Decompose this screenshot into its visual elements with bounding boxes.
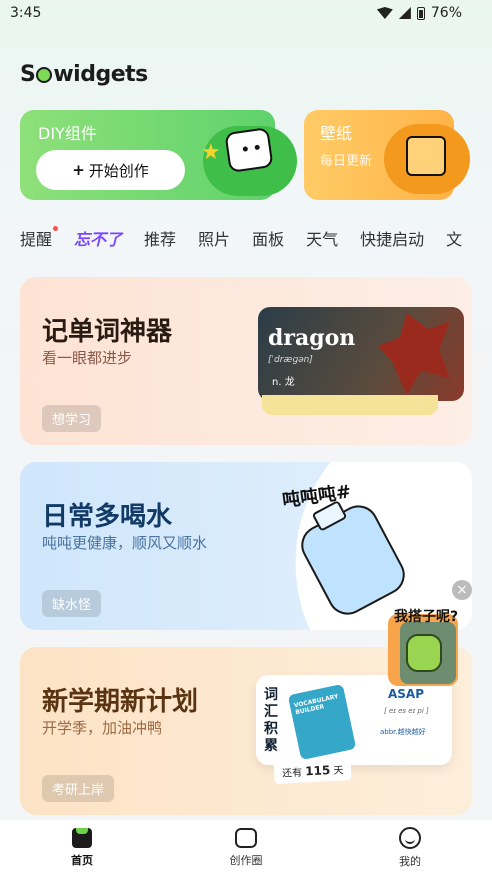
vocab-phonetic: [ eɪ es eɪ pi ] [384, 707, 429, 715]
nav-label: 首页 [71, 853, 93, 867]
book-icon: VOCABULARY BUILDER [287, 683, 357, 761]
card-subtitle: 看一眼都进步 [42, 349, 133, 367]
card-title: 记单词神器 [42, 317, 173, 347]
home-icon [72, 827, 92, 848]
card-badge: 缺水怪 [42, 590, 102, 617]
image-icon [406, 136, 446, 176]
water-widget-card[interactable]: 日常多喝水 吨吨更健康，顺风又顺水 缺水怪 吨吨吨# [20, 462, 472, 630]
signal-icon [398, 7, 411, 19]
countdown-number: 115 [304, 763, 331, 779]
tab-recommend[interactable]: 推荐 [144, 226, 176, 256]
preview-phonetic: [ˈdræɡən] [268, 355, 313, 365]
card-subtitle: 开学季，加油冲鸭 [42, 719, 163, 737]
card-title: 日常多喝水 [42, 502, 173, 532]
vocab-abbr: abbr.越快越好 [380, 728, 426, 736]
puzzle-icon [235, 827, 257, 848]
start-create-label: 开始创作 [88, 161, 149, 180]
battery-percent: 76% [430, 5, 462, 21]
book-title: VOCABULARY BUILDER [293, 693, 340, 717]
frog-mascot-icon [406, 634, 442, 672]
wifi-icon [376, 7, 393, 19]
dragon-word-preview: dragon [ˈdræɡən] n. 龙 [258, 307, 464, 401]
nav-label: 创作圈 [229, 853, 263, 867]
status-time: 3:45 [10, 5, 42, 21]
tab-photos[interactable]: 照片 [198, 226, 230, 256]
tab-panel[interactable]: 面板 [252, 226, 284, 256]
category-tabs: 提醒 忘不了 推荐 照片 面板 天气 快捷启动 文 [20, 226, 492, 256]
vocab-word: ASAP [388, 687, 425, 701]
nav-profile[interactable]: 我的 [328, 820, 492, 875]
tab-text[interactable]: 文 [446, 226, 462, 256]
countdown-label: 还有 115 天 [273, 756, 352, 785]
tab-reminder[interactable]: 提醒 [20, 226, 59, 256]
battery-icon [416, 6, 425, 20]
diy-illustration: ★ [201, 120, 297, 200]
diy-card-title: DIY组件 [38, 124, 97, 143]
preview-meaning: n. 龙 [272, 377, 295, 388]
close-icon[interactable]: × [452, 580, 472, 600]
nav-home[interactable]: 首页 [0, 820, 164, 875]
status-bar: 3:45 76% [0, 0, 492, 28]
notification-dot [53, 226, 59, 231]
dragon-icon [378, 313, 450, 395]
floating-widget-text: 我搭子呢? [394, 609, 459, 625]
tab-quick-launch[interactable]: 快捷启动 [360, 226, 424, 256]
app-logo: Swidgets [20, 62, 148, 87]
card-badge: 考研上岸 [42, 775, 115, 802]
vocab-preview: 词汇积累 VOCABULARY BUILDER ASAP [ eɪ es eɪ … [256, 675, 452, 765]
picture-frame-icon [384, 124, 470, 194]
card-subtitle: 吨吨更健康，顺风又顺水 [42, 534, 208, 552]
star-icon: ★ [201, 140, 221, 165]
nav-creation-circle[interactable]: 创作圈 [164, 820, 328, 875]
nav-label: 我的 [399, 854, 421, 868]
tab-dont-forget[interactable]: 忘不了 [74, 226, 122, 256]
preview-word: dragon [268, 325, 356, 351]
countdown-prefix: 还有 [281, 767, 303, 780]
vocab-widget-card[interactable]: 记单词神器 看一眼都进步 想学习 dragon [ˈdræɡən] n. 龙 [20, 277, 472, 445]
status-icons: 76% [376, 5, 462, 21]
wallpaper-card-subtitle: 每日更新 [320, 154, 373, 169]
notebook-icon [262, 395, 438, 415]
countdown-suffix: 天 [333, 765, 344, 777]
start-create-button[interactable]: + 开始创作 [36, 150, 185, 190]
profile-icon [399, 826, 421, 849]
plus-icon: + [72, 161, 85, 179]
ghost-mascot-icon [224, 127, 274, 173]
logo-text: widgets [53, 62, 148, 87]
vocab-side-label: 词汇积累 [264, 687, 278, 754]
wallpaper-card-title: 壁纸 [320, 124, 353, 143]
tab-weather[interactable]: 天气 [306, 226, 338, 256]
bottom-navigation: 首页 创作圈 我的 [0, 820, 492, 875]
card-title: 新学期新计划 [42, 687, 199, 717]
card-badge: 想学习 [42, 405, 102, 432]
logo-letter: S [20, 62, 36, 87]
tab-label: 提醒 [20, 230, 53, 249]
logo-o-icon [36, 67, 53, 83]
